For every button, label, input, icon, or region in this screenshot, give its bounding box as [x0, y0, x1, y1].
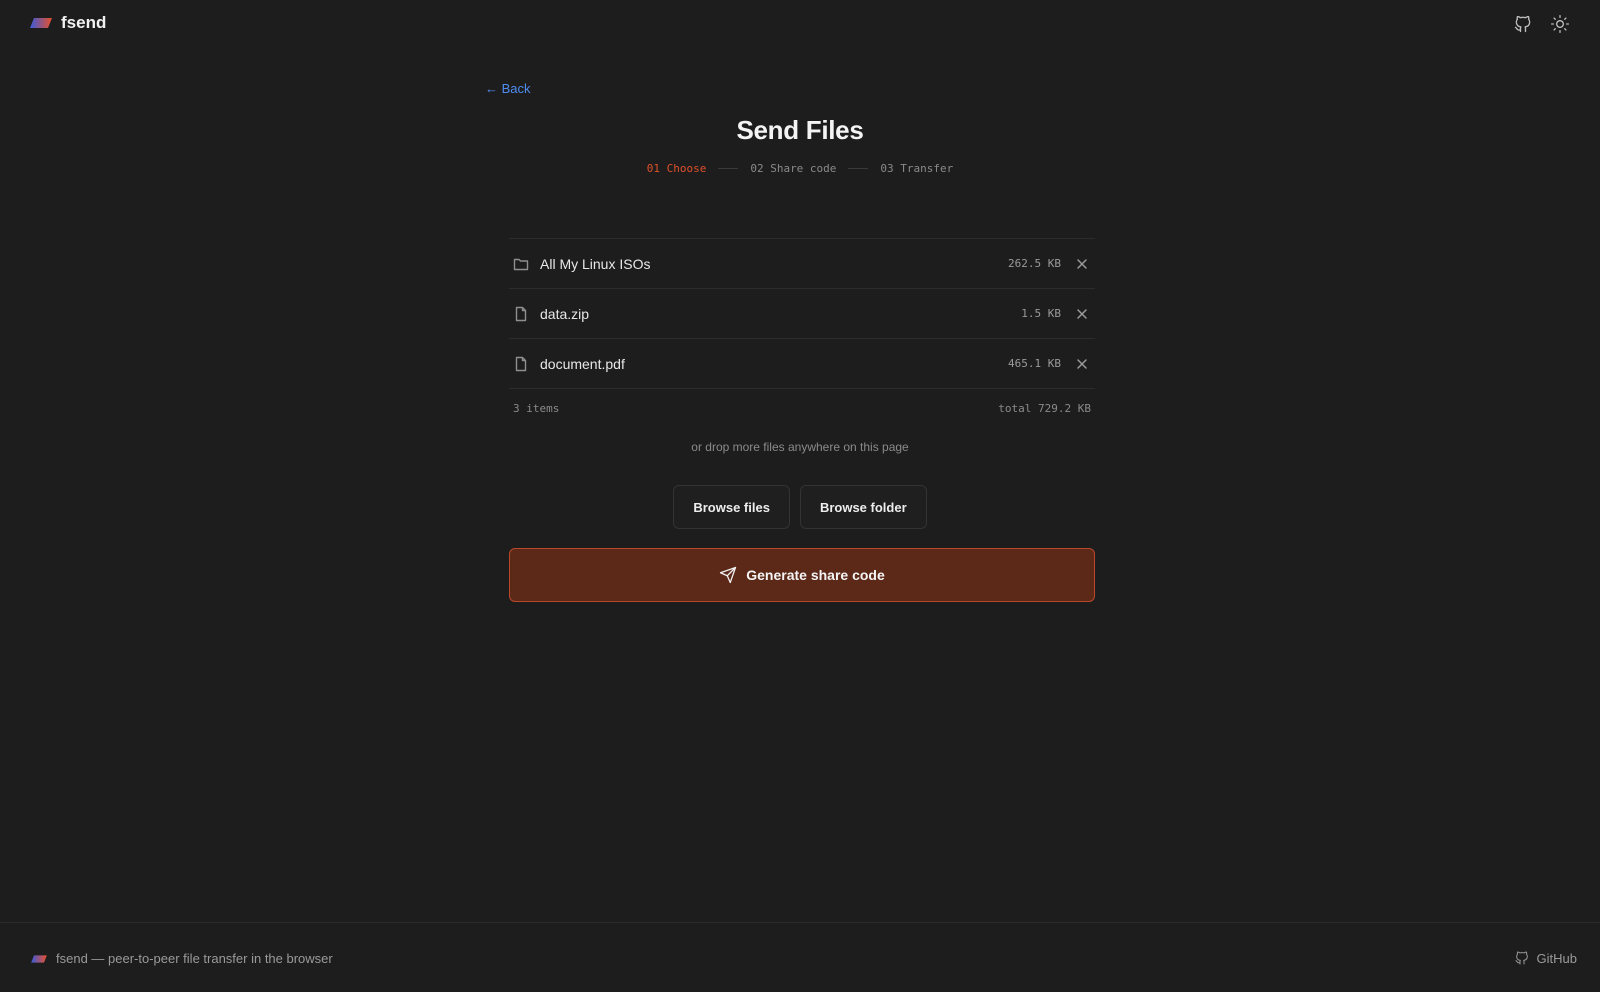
sun-icon[interactable]	[1549, 13, 1571, 35]
generate-share-code-button[interactable]: Generate share code	[509, 548, 1095, 602]
file-name: All My Linux ISOs	[540, 255, 651, 272]
app-root: fsend ← Back Send Files 01 Choose 02 Sha…	[0, 0, 1600, 992]
file-icon	[513, 356, 529, 372]
generate-label: Generate share code	[746, 567, 885, 583]
remove-file-button[interactable]	[1075, 257, 1089, 271]
close-icon	[1077, 308, 1087, 319]
back-link[interactable]: ← Back	[485, 81, 531, 96]
remove-file-button[interactable]	[1075, 307, 1089, 321]
step-divider	[718, 168, 739, 169]
page-title: Send Files	[736, 115, 864, 145]
file-size: 1.5 KB	[1021, 307, 1061, 320]
file-name: document.pdf	[540, 355, 625, 372]
step-divider	[848, 168, 869, 169]
browse-buttons: Browse files Browse folder	[0, 485, 1600, 529]
browse-files-button[interactable]: Browse files	[673, 485, 790, 529]
file-row: data.zip 1.5 KB	[509, 289, 1095, 339]
file-icon	[513, 306, 529, 322]
total-size: total 729.2 KB	[998, 402, 1091, 415]
footer-brand: fsend — peer-to-peer file transfer in th…	[31, 951, 333, 966]
step-transfer: 03 Transfer	[880, 162, 954, 175]
close-icon	[1077, 358, 1087, 369]
fsend-logo-icon	[30, 18, 52, 28]
fsend-logo-icon	[31, 954, 47, 963]
file-name: data.zip	[540, 305, 590, 322]
brand-name: fsend	[61, 13, 107, 32]
github-icon[interactable]	[1512, 13, 1534, 35]
browse-folder-button[interactable]: Browse folder	[799, 485, 927, 529]
file-list: All My Linux ISOs 262.5 KB data.zip 1.5 …	[509, 238, 1095, 415]
item-count: 3 items	[513, 402, 560, 415]
file-row: document.pdf 465.1 KB	[509, 339, 1095, 389]
footer: fsend — peer-to-peer file transfer in th…	[0, 922, 1600, 992]
file-size: 262.5 KB	[1008, 257, 1061, 270]
file-row: All My Linux ISOs 262.5 KB	[509, 239, 1095, 289]
send-icon	[720, 566, 737, 584]
footer-tagline: fsend — peer-to-peer file transfer in th…	[56, 951, 333, 966]
list-summary: 3 items total 729.2 KB	[509, 402, 1095, 415]
folder-icon	[513, 256, 529, 272]
footer-github-link[interactable]: GitHub	[1514, 950, 1577, 966]
remove-file-button[interactable]	[1075, 357, 1089, 371]
brand-link[interactable]: fsend	[30, 13, 106, 33]
close-icon	[1077, 258, 1087, 269]
drop-hint: or drop more files anywhere on this page	[691, 440, 909, 454]
step-choose: 01 Choose	[646, 162, 707, 175]
footer-github-label: GitHub	[1536, 950, 1577, 966]
step-share-code: 02 Share code	[750, 162, 837, 175]
header: fsend	[0, 0, 1600, 48]
github-icon	[1515, 951, 1528, 965]
step-indicator: 01 Choose 02 Share code 03 Transfer	[0, 162, 1600, 175]
file-size: 465.1 KB	[1008, 357, 1061, 370]
